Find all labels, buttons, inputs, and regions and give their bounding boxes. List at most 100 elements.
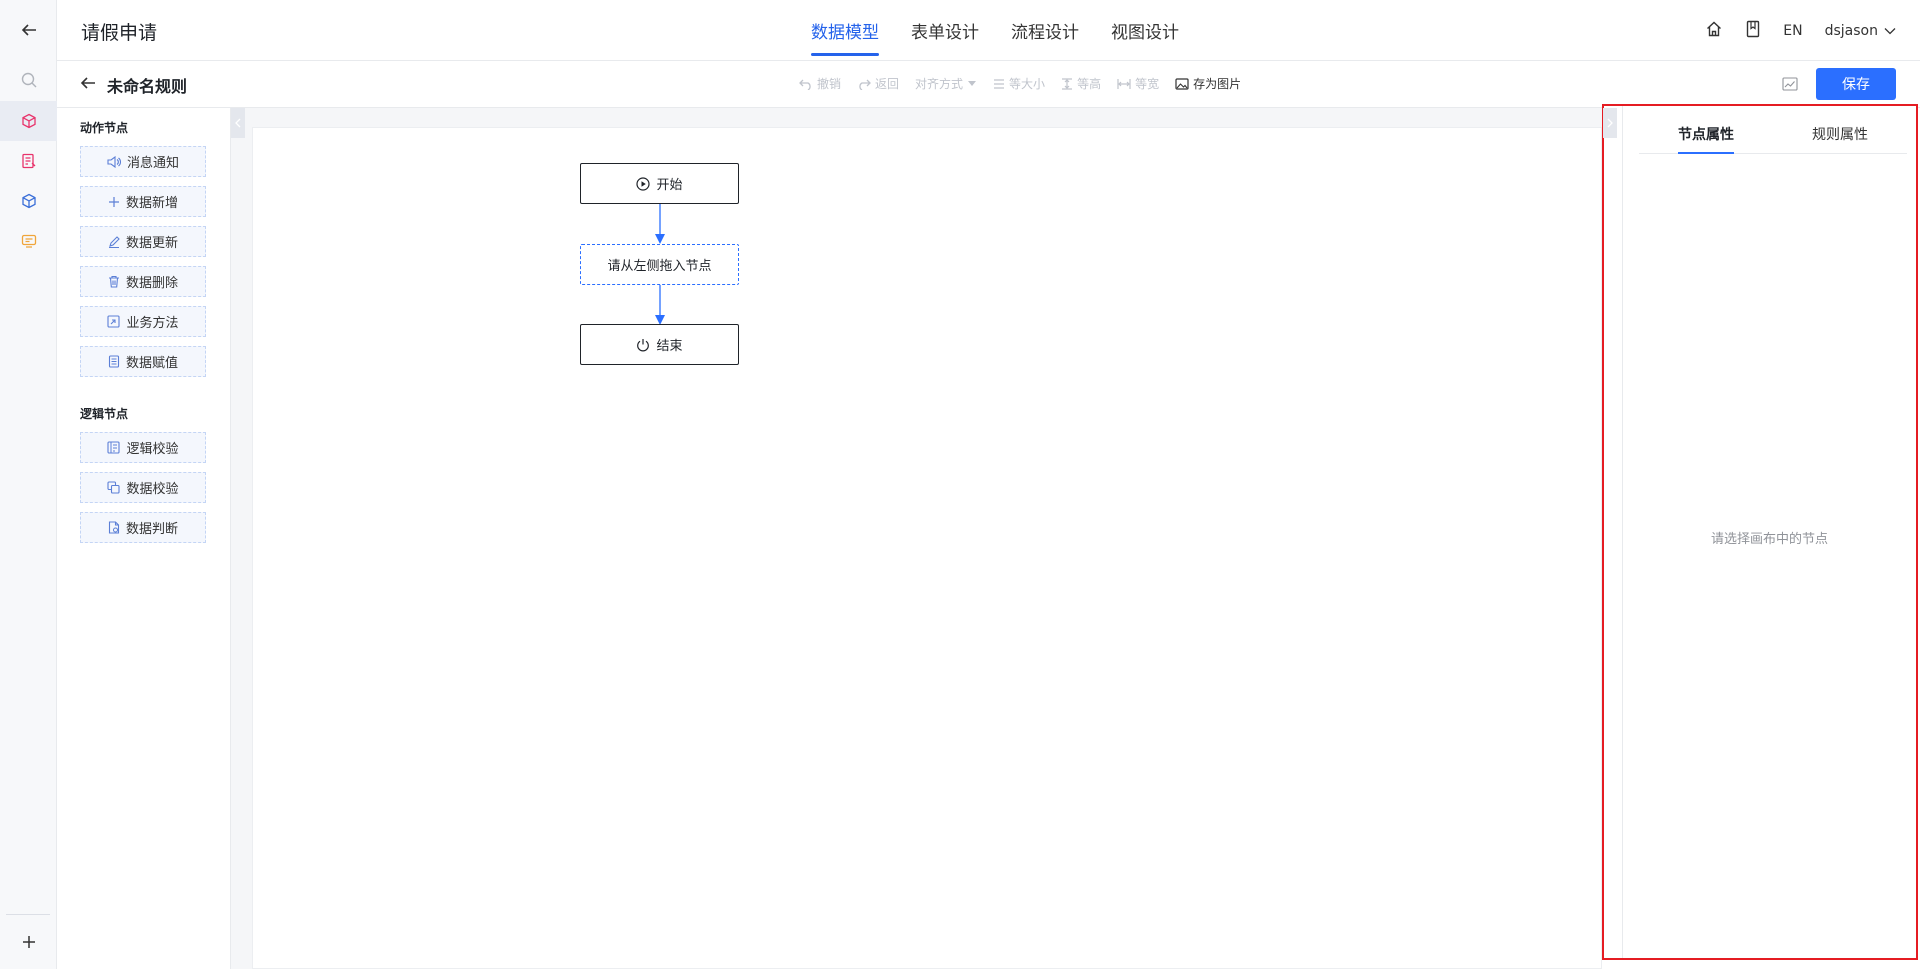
properties-tabs: 节点属性 规则属性 [1639, 118, 1907, 154]
canvas-tools: 撤销 返回 对齐方式 等大小 等高 等宽 存为图片 [799, 75, 1241, 92]
tab-data-model[interactable]: 数据模型 [795, 0, 895, 61]
left-rail [0, 0, 57, 969]
canvas-area: 开始 请从左侧拖入节点 结束 [231, 108, 1602, 969]
collapse-palette-handle[interactable] [231, 108, 245, 138]
search-icon[interactable] [0, 60, 57, 100]
flow-canvas[interactable]: 开始 请从左侧拖入节点 结束 [252, 127, 1602, 969]
app-title: 请假申请 [81, 22, 158, 44]
palette-item-label: 消息通知 [126, 156, 179, 171]
collapse-properties-handle[interactable] [1603, 108, 1617, 138]
palette-item-data-assign[interactable]: 数据赋值 [80, 346, 206, 377]
back-icon[interactable] [0, 10, 57, 50]
palette-item-label: 数据赋值 [125, 356, 178, 371]
user-menu[interactable]: dsjason [1825, 23, 1896, 39]
undo-button[interactable]: 撤销 [799, 75, 841, 92]
play-icon [636, 176, 651, 191]
end-node-label: 结束 [656, 339, 683, 354]
save-image-label: 存为图片 [1193, 77, 1242, 91]
node-palette: 动作节点 消息通知 数据新增 数据更新 数据删除 业务方法 数据赋值 逻辑节点 … [57, 108, 231, 969]
process-design-icon[interactable] [0, 181, 57, 221]
placeholder-node[interactable]: 请从左侧拖入节点 [580, 244, 739, 285]
language-switch[interactable]: EN [1783, 23, 1802, 39]
logic-nodes-title: 逻辑节点 [80, 407, 129, 421]
speaker-icon [107, 155, 121, 168]
add-icon[interactable] [0, 922, 57, 962]
align-label: 对齐方式 [915, 77, 964, 91]
username: dsjason [1824, 22, 1878, 39]
rule-title: 未命名规则 [107, 77, 188, 96]
same-size-button[interactable]: 等大小 [993, 75, 1045, 92]
chart-icon[interactable] [1779, 73, 1801, 95]
tab-process-design[interactable]: 流程设计 [995, 0, 1095, 61]
redo-label: 返回 [875, 77, 900, 91]
power-icon [637, 338, 650, 351]
save-image-button[interactable]: 存为图片 [1175, 75, 1241, 92]
end-node[interactable]: 结束 [580, 324, 739, 365]
document-icon [108, 355, 120, 368]
palette-item-data-judge[interactable]: 数据判断 [80, 512, 206, 543]
same-height-icon [1062, 77, 1073, 90]
editor-toolbar: 未命名规则 撤销 返回 对齐方式 等大小 等高 等宽 存为图片 保存 [57, 61, 1920, 108]
undo-label: 撤销 [817, 77, 842, 91]
palette-item-message-notify[interactable]: 消息通知 [80, 146, 206, 177]
caret-down-icon [968, 80, 977, 86]
connector-end [655, 285, 665, 325]
same-height-label: 等高 [1077, 77, 1102, 91]
plus-icon [108, 196, 119, 207]
save-button[interactable]: 保存 [1816, 68, 1896, 100]
header-actions: EN dsjason [1705, 0, 1896, 61]
tab-view-design[interactable]: 视图设计 [1095, 0, 1195, 61]
undo-icon [799, 79, 811, 90]
palette-item-label: 数据更新 [125, 236, 178, 251]
palette-item-business-method[interactable]: 业务方法 [80, 306, 206, 337]
palette-item-label: 数据判断 [125, 522, 178, 537]
palette-item-label: 数据删除 [125, 276, 178, 291]
same-size-label: 等大小 [1009, 77, 1046, 91]
same-width-label: 等宽 [1135, 77, 1160, 91]
palette-item-logic-check[interactable]: 逻辑校验 [80, 432, 206, 463]
form-design-icon[interactable] [0, 141, 57, 181]
chevron-down-icon [1884, 23, 1896, 39]
method-icon [107, 315, 121, 328]
redo-icon [859, 79, 871, 90]
chevron-left-icon [235, 118, 241, 128]
trash-icon [108, 275, 119, 288]
empty-hint: 请选择画布中的节点 [1710, 532, 1828, 547]
same-width-icon [1117, 78, 1131, 89]
properties-panel: 节点属性 规则属性 请选择画布中的节点 [1602, 104, 1918, 960]
home-icon[interactable] [1705, 20, 1723, 42]
start-node[interactable]: 开始 [580, 163, 739, 204]
palette-item-data-delete[interactable]: 数据删除 [80, 266, 206, 297]
view-design-icon[interactable] [0, 221, 57, 261]
palette-item-label: 数据校验 [126, 482, 179, 497]
palette-item-label: 数据新增 [125, 196, 178, 211]
image-icon [1175, 77, 1189, 90]
chevron-right-icon [1607, 118, 1613, 128]
palette-item-label: 逻辑校验 [126, 442, 179, 457]
top-header: 请假申请 数据模型 表单设计 流程设计 视图设计 EN dsjason [57, 0, 1920, 61]
tab-form-design[interactable]: 表单设计 [895, 0, 995, 61]
data-model-icon[interactable] [0, 101, 57, 141]
connector-start [655, 204, 665, 244]
tab-rule-properties[interactable]: 规则属性 [1812, 118, 1868, 153]
palette-item-data-validate[interactable]: 数据校验 [80, 472, 206, 503]
same-size-icon [994, 78, 1005, 89]
back-arrow-icon[interactable] [79, 75, 97, 95]
properties-content: 节点属性 规则属性 请选择画布中的节点 [1622, 106, 1916, 958]
file-check-icon [108, 521, 120, 534]
palette-item-data-add[interactable]: 数据新增 [80, 186, 206, 217]
redo-button[interactable]: 返回 [857, 75, 899, 92]
copy-check-icon [107, 481, 121, 494]
palette-item-label: 业务方法 [126, 316, 179, 331]
palette-item-data-update[interactable]: 数据更新 [80, 226, 206, 257]
top-tabs: 数据模型 表单设计 流程设计 视图设计 [795, 0, 1195, 61]
book-icon[interactable] [1745, 20, 1761, 42]
align-dropdown[interactable]: 对齐方式 [915, 75, 977, 92]
same-width-button[interactable]: 等宽 [1117, 75, 1159, 92]
rule-title-area: 未命名规则 [79, 73, 187, 97]
logic-check-icon [107, 441, 121, 454]
pencil-icon [108, 235, 120, 248]
same-height-button[interactable]: 等高 [1061, 75, 1101, 92]
tab-node-properties[interactable]: 节点属性 [1678, 118, 1734, 154]
action-nodes-title: 动作节点 [80, 121, 129, 135]
